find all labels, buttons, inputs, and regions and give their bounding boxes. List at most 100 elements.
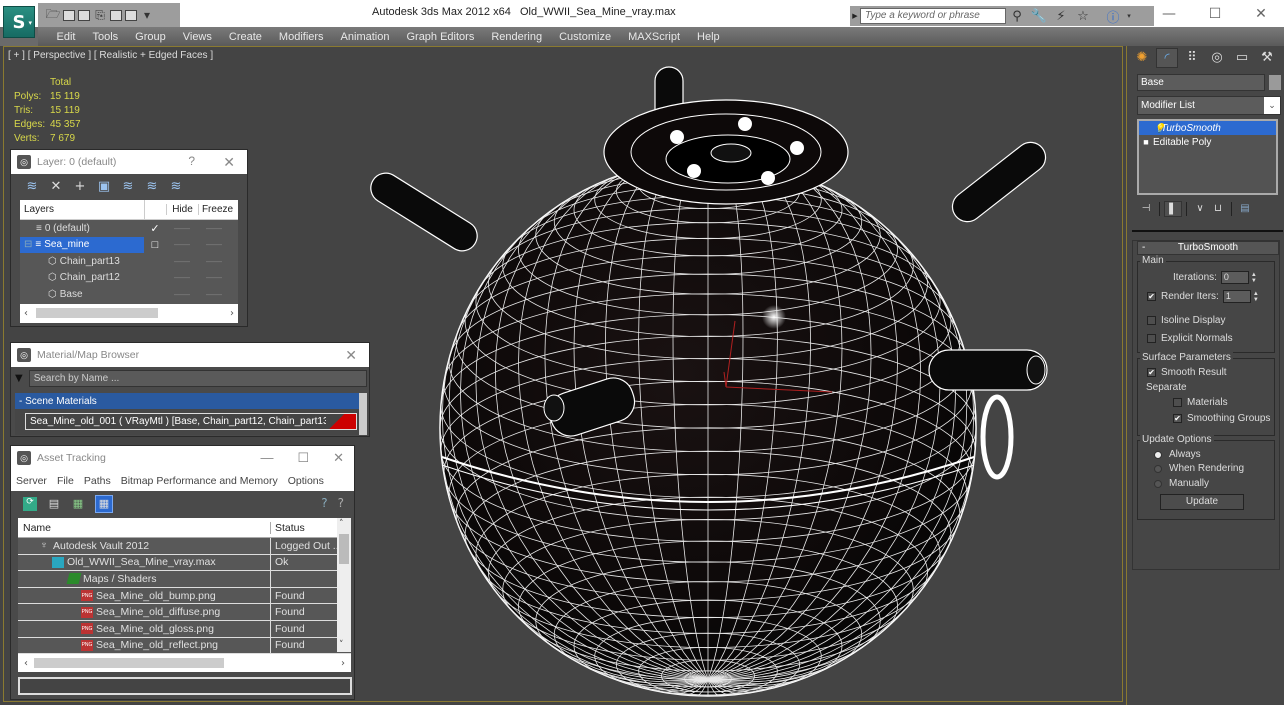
expand-icon[interactable]: ■: [1139, 137, 1153, 147]
utilities-tab-icon[interactable]: ⚒: [1256, 48, 1278, 68]
current-layer-check[interactable]: ✓: [144, 222, 166, 235]
qat-dropdown-icon[interactable]: ▾: [140, 8, 154, 22]
menu-customize[interactable]: Customize: [551, 31, 620, 43]
remove-modifier-icon[interactable]: ⊔: [1209, 201, 1227, 217]
scroll-left-icon[interactable]: ‹: [24, 658, 28, 669]
layer-panel-titlebar[interactable]: ◎ Layer: 0 (default) ? ✕: [11, 150, 247, 174]
menu-help[interactable]: Help: [689, 31, 729, 43]
isoline-display-checkbox[interactable]: [1147, 316, 1156, 325]
material-browser-titlebar[interactable]: ◎ Material/Map Browser ✕: [11, 343, 369, 367]
menu-options[interactable]: Options: [283, 475, 329, 487]
viewport-label[interactable]: [ + ] [ Perspective ] [ Realistic + Edge…: [8, 50, 213, 61]
asset-tracking-titlebar[interactable]: ◎ Asset Tracking — ☐ ✕: [11, 446, 354, 470]
refresh-icon[interactable]: ⟳: [23, 497, 37, 511]
hide-all-layers-icon[interactable]: ≋: [145, 179, 159, 194]
object-name-field[interactable]: Base: [1137, 74, 1265, 91]
menu-animation[interactable]: Animation: [332, 31, 398, 43]
stack-item-editable-poly[interactable]: ■ Editable Poly: [1139, 135, 1276, 149]
modify-tab-icon[interactable]: ◜: [1156, 48, 1178, 68]
asset-row[interactable]: Old_WWII_Sea_Mine_vray.max Ok: [18, 554, 351, 572]
make-unique-icon[interactable]: ∨: [1191, 201, 1209, 217]
asset-row[interactable]: PNG Sea_Mine_old_reflect.png Found: [18, 637, 351, 654]
asset-path-field[interactable]: [18, 677, 352, 695]
material-search-input[interactable]: Search by Name ...: [28, 369, 367, 387]
help-dropdown-icon[interactable]: ▾: [1124, 12, 1134, 20]
scroll-thumb[interactable]: [339, 534, 349, 564]
binoculars-icon[interactable]: ⚲: [1006, 9, 1028, 24]
freeze-toggle[interactable]: ——: [198, 240, 230, 249]
configure-modifier-sets-icon[interactable]: ▤: [1236, 201, 1254, 217]
layer-row[interactable]: ≡ 0 (default) ✓ —— ——: [20, 220, 238, 237]
undo-icon[interactable]: [78, 9, 90, 21]
freeze-toggle[interactable]: ——: [198, 224, 230, 233]
col-hide[interactable]: Hide: [166, 204, 198, 215]
help-button[interactable]: ?: [188, 154, 195, 168]
search-expand-icon[interactable]: ▶: [850, 12, 860, 20]
show-end-result-icon[interactable]: ▌: [1164, 201, 1182, 217]
freeze-toggle[interactable]: ——: [198, 273, 230, 282]
layer-row[interactable]: ⬡ Chain_part12 —— ——: [20, 270, 238, 287]
scene-materials-group[interactable]: - Scene Materials: [15, 393, 367, 409]
maximize-button[interactable]: ☐: [1192, 0, 1238, 27]
delete-layer-icon[interactable]: ✕: [49, 179, 63, 194]
smoothing-groups-checkbox[interactable]: ✔: [1173, 414, 1182, 423]
table-view-icon[interactable]: ▦: [95, 495, 113, 513]
menu-paths[interactable]: Paths: [79, 475, 116, 487]
material-item[interactable]: Sea_Mine_old_001 ( VRayMtl ) [Base, Chai…: [25, 413, 357, 430]
col-status[interactable]: Status: [271, 522, 305, 534]
menu-group[interactable]: Group: [127, 31, 175, 43]
col-freeze[interactable]: Freeze: [198, 204, 236, 215]
asset-horizontal-scrollbar[interactable]: ‹ ›: [18, 654, 351, 672]
current-layer-check[interactable]: □: [144, 239, 166, 251]
render-iters-spinner[interactable]: 1: [1222, 290, 1251, 303]
smooth-result-checkbox[interactable]: ✔: [1147, 368, 1156, 377]
thumbnail-view-icon[interactable]: ▦: [71, 497, 85, 511]
stack-item-turbosmooth[interactable]: 💡 TurboSmooth: [1139, 121, 1276, 135]
menu-rendering[interactable]: Rendering: [483, 31, 551, 43]
pin-stack-icon[interactable]: ⊣: [1137, 201, 1155, 217]
freeze-toggle[interactable]: ——: [198, 290, 230, 299]
satellite-icon[interactable]: ⚡: [1050, 9, 1072, 24]
turbosmooth-rollout-header[interactable]: - TurboSmooth: [1137, 241, 1279, 255]
layer-row[interactable]: ⬡ Base —— ——: [20, 286, 238, 303]
maximize-button[interactable]: ☐: [297, 450, 309, 466]
add-to-layer-icon[interactable]: +: [73, 179, 87, 194]
lightbulb-icon[interactable]: 💡: [1153, 123, 1167, 134]
hide-toggle[interactable]: ——: [166, 257, 198, 266]
expand-icon[interactable]: ⊟: [24, 239, 32, 250]
keyword-search-input[interactable]: Type a keyword or phrase: [860, 8, 1006, 24]
modifier-list-dropdown[interactable]: Modifier List ⌄: [1137, 96, 1281, 115]
minimize-button[interactable]: —: [260, 450, 273, 466]
freeze-toggle[interactable]: ——: [198, 257, 230, 266]
redo-icon[interactable]: [110, 9, 122, 21]
scroll-down-icon[interactable]: ˅: [339, 640, 344, 650]
iterations-spinner[interactable]: 0: [1220, 271, 1249, 284]
col-layers[interactable]: Layers: [20, 204, 144, 215]
create-layer-icon[interactable]: ≋: [25, 179, 39, 194]
asset-row[interactable]: PNG Sea_Mine_old_diffuse.png Found: [18, 604, 351, 621]
close-button[interactable]: ✕: [333, 450, 344, 466]
update-button[interactable]: Update: [1160, 494, 1244, 510]
hierarchy-tab-icon[interactable]: ⠿: [1181, 48, 1203, 68]
menu-modifiers[interactable]: Modifiers: [270, 31, 332, 43]
star-icon[interactable]: ☆: [1072, 9, 1094, 24]
display-tab-icon[interactable]: ▭: [1231, 48, 1253, 68]
hide-toggle[interactable]: ——: [166, 224, 198, 233]
wrench-icon[interactable]: 🔧: [1028, 9, 1050, 24]
menu-bitmap-performance[interactable]: Bitmap Performance and Memory: [116, 475, 283, 487]
list-view-icon[interactable]: ▤: [47, 497, 61, 511]
menu-maxscript[interactable]: MAXScript: [620, 31, 689, 43]
update-always-radio[interactable]: [1154, 450, 1162, 459]
options-dropdown-icon[interactable]: ▼: [15, 373, 23, 384]
hold-icon[interactable]: [125, 9, 137, 21]
scroll-left-icon[interactable]: ‹: [24, 308, 28, 319]
scroll-right-icon[interactable]: ›: [230, 308, 234, 319]
close-button[interactable]: ✕: [345, 347, 357, 364]
scroll-right-icon[interactable]: ›: [341, 658, 345, 669]
hide-toggle[interactable]: ——: [166, 290, 198, 299]
close-button[interactable]: ✕: [223, 154, 235, 171]
close-button[interactable]: ✕: [1238, 0, 1284, 27]
project-folder-icon[interactable]: ⎘: [93, 8, 107, 22]
help-icon[interactable]: ?: [338, 496, 344, 510]
material-vertical-scrollbar[interactable]: [359, 393, 367, 435]
